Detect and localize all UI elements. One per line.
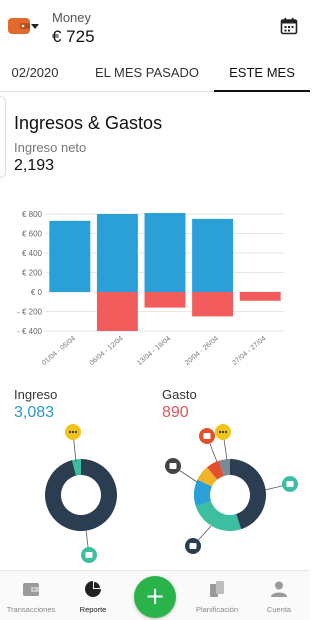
money-icon[interactable] xyxy=(81,547,97,563)
net-income-label: Ingreso neto xyxy=(14,140,87,155)
user-icon xyxy=(271,581,287,597)
nav-label: Planificación xyxy=(195,605,239,614)
tab-last-month[interactable]: EL MES PASADO xyxy=(74,56,220,92)
expense-donut-chart[interactable] xyxy=(155,420,310,570)
income-bar[interactable] xyxy=(144,213,186,292)
y-tick-label: € 200 xyxy=(22,269,43,278)
caret-down-icon xyxy=(31,24,39,29)
nav-label: Reporte xyxy=(79,605,107,614)
x-tick-label: 01/04 - 05/04 xyxy=(41,335,77,367)
add-transaction-button[interactable]: + xyxy=(134,576,176,618)
y-tick-label: - € 400 xyxy=(17,327,42,336)
pie-chart-icon xyxy=(85,581,101,597)
more-icon[interactable] xyxy=(65,424,81,440)
wallet-icon xyxy=(8,18,30,34)
expense-bar[interactable] xyxy=(239,292,281,301)
calendar-icon[interactable] xyxy=(280,17,298,35)
planning-icon xyxy=(210,581,224,597)
nav-label: Transacciones xyxy=(6,605,56,614)
wallet-selector[interactable] xyxy=(8,14,40,38)
food-icon[interactable] xyxy=(185,538,201,554)
previous-card-edge xyxy=(0,96,6,178)
expense-bar[interactable] xyxy=(96,292,138,331)
account-balance: € 725 xyxy=(52,27,95,46)
nav-account[interactable]: Cuenta xyxy=(248,571,310,620)
nav-report[interactable]: Reporte xyxy=(62,571,124,620)
y-tick-label: - € 200 xyxy=(17,308,42,317)
income-expense-bar-chart[interactable]: € 800 € 600 € 400 € 200 € 0 - € 200 - € 40001/… xyxy=(0,200,310,385)
tab-this-month[interactable]: ESTE MES xyxy=(214,56,310,92)
plus-icon: + xyxy=(144,582,166,610)
y-tick-label: € 400 xyxy=(22,249,43,258)
expense-bar[interactable] xyxy=(144,292,186,308)
y-tick-label: € 800 xyxy=(22,210,43,219)
more-icon[interactable] xyxy=(215,424,231,440)
nav-label: Cuenta xyxy=(266,605,292,614)
period-tabs: 02/2020 EL MES PASADO ESTE MES xyxy=(0,56,310,92)
nav-planning[interactable]: Planificación xyxy=(186,571,248,620)
donut-segment[interactable] xyxy=(195,501,242,531)
y-tick-label: € 600 xyxy=(22,230,43,239)
income-label: Ingreso xyxy=(14,387,58,402)
income-bar[interactable] xyxy=(49,220,91,292)
income-donut-chart[interactable] xyxy=(20,420,160,570)
income-bar[interactable] xyxy=(96,214,138,292)
shopping-bag-icon[interactable] xyxy=(282,476,298,492)
wallet-icon xyxy=(23,583,39,596)
x-tick-label: 06/04 - 12/04 xyxy=(89,335,125,367)
x-tick-label: 20/04 - 26/04 xyxy=(184,335,220,367)
section-title: Ingresos & Gastos xyxy=(14,113,163,133)
app-header: Money € 725 xyxy=(0,0,310,56)
expense-bar[interactable] xyxy=(192,292,234,317)
x-tick-label: 27/04 - 27/04 xyxy=(231,335,267,367)
account-name: Money xyxy=(52,10,92,25)
tab-previous-month[interactable]: 02/2020 xyxy=(0,56,70,92)
receipt-icon[interactable] xyxy=(165,458,181,474)
gift-icon[interactable] xyxy=(199,428,215,444)
expense-label: Gasto xyxy=(162,387,197,402)
y-tick-label: € 0 xyxy=(31,288,43,297)
nav-transactions[interactable]: Transacciones xyxy=(0,571,62,620)
income-bar[interactable] xyxy=(192,218,234,292)
x-tick-label: 13/04 - 19/04 xyxy=(136,335,172,367)
net-income-value: 2,193 xyxy=(14,157,55,174)
